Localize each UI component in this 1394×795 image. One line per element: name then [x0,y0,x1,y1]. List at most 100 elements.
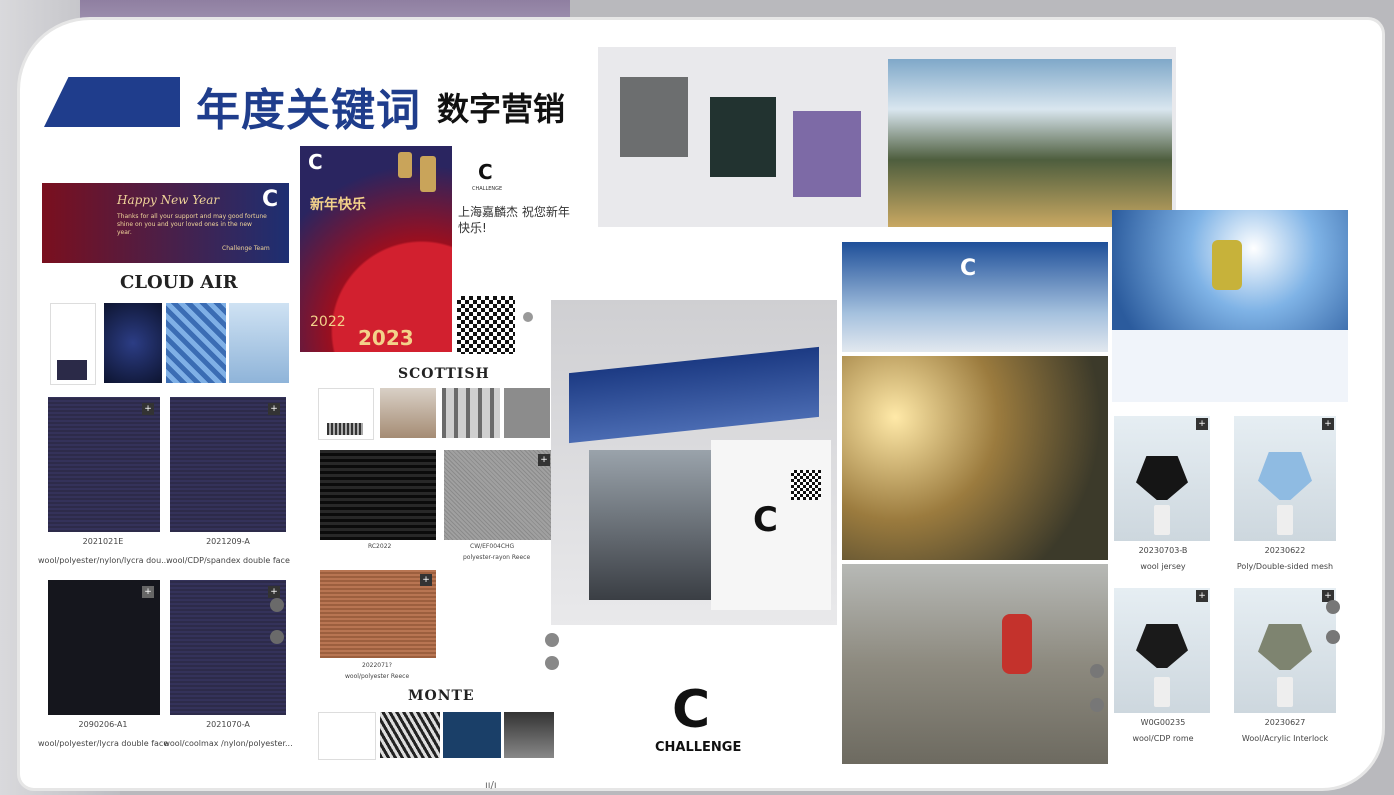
poster-year-new: 2023 [358,326,414,350]
download-icon[interactable] [545,656,559,670]
add-icon[interactable]: + [420,574,432,586]
fabric-desc: Wool/Acrylic Interlock [1241,734,1329,743]
catalogue-cover [569,346,819,444]
share-icon[interactable] [270,598,284,612]
share-icon[interactable] [1090,664,1104,678]
cycling-photo-2 [842,564,1108,764]
fabric-desc: wool/polyester/lycra double face [38,739,169,748]
fabric-code: 2090206-A1 [78,720,128,729]
add-icon[interactable]: + [1322,418,1334,430]
fabric-desc: wool/CDP/spandex double face [166,556,290,565]
fabric-code: W0G00235 [1140,718,1186,727]
catalogue-logo: C [753,500,778,540]
footer-mark: ıı/ı [485,780,497,791]
add-icon[interactable]: + [268,586,280,598]
qr-code[interactable] [457,296,515,354]
add-icon[interactable]: + [1196,590,1208,602]
fabric-swatch: + [170,397,286,532]
monte-thumb-4 [504,712,554,758]
cloud-air-thumb-2 [104,303,162,383]
poster-year-old: 2022 [310,314,346,330]
banner-signature: Challenge Team [222,245,270,252]
swatch-grey [620,77,688,157]
fabric-mannequin: + [1234,588,1336,713]
banner-logo: C [262,187,279,212]
lantern-icon [420,156,436,192]
fabric-swatch: + [48,580,160,715]
mountain-photo [888,59,1172,227]
scottish-code: RC2022 [368,543,392,550]
scottish-thumb-3 [442,388,500,438]
fabric-code: 20230703-B [1138,546,1188,555]
page-subtitle: 数字营销 [437,90,566,128]
fabric-desc: wool/CDP rome [1132,734,1194,743]
fabric-desc: wool/polyester/nylon/lycra dou... [38,556,169,565]
share-icon[interactable] [1326,600,1340,614]
lantern-icon [398,152,412,178]
monte-thumb-2 [380,712,440,758]
fabric-code: 20230627 [1264,718,1306,727]
swatch-green [710,97,776,177]
share-icon[interactable] [545,633,559,647]
monte-thumb-3 [443,712,501,758]
download-icon[interactable] [1090,698,1104,712]
cloud-air-thumb-4 [229,303,289,383]
scottish-swatch-brown: + [320,570,436,658]
fabric-desc: wool/coolmax /nylon/polyester... [163,739,293,748]
scottish-code: CW/EF004CHG [470,543,515,550]
scottish-desc: wool/polyester Reece [345,673,410,680]
monte-heading: MONTE [408,688,475,704]
fabric-code: 2021070-A [206,720,250,729]
cyclist-figure [1002,614,1032,674]
scottish-desc: polyester-rayon Reece [463,554,531,561]
swatch-purple [793,111,861,197]
wechat-message: 上海嘉麟杰 祝您新年快乐! [458,205,570,235]
cloud-air-thumb-3 [166,303,226,383]
fabric-desc: wool jersey [1140,562,1186,571]
add-icon[interactable]: + [268,403,280,415]
sky-banner-photo: C [842,242,1108,352]
fabric-swatch: + [48,397,160,532]
monte-thumb-1 [318,712,376,760]
fabric-code: 2021209-A [206,537,250,546]
add-icon[interactable]: + [142,586,154,598]
scottish-thumb-2 [380,388,436,438]
brand-logo-name: CHALLENGE [655,740,742,755]
page-title: 年度关键词 [196,85,421,136]
scan-icon [523,312,533,322]
catalogue-photo: C [551,300,837,625]
fabric-swatch: + [170,580,286,715]
scottish-swatch-grey: + [444,450,554,540]
fabric-mannequin: + [1234,416,1336,541]
wechat-logo: C [478,160,493,184]
snowboarder-figure [1212,240,1242,290]
brand-logo-letter: C [672,680,711,740]
download-icon[interactable] [1326,630,1340,644]
add-icon[interactable]: + [142,403,154,415]
catalogue-page: C [711,440,831,610]
newyear-banner: Happy New Year Thanks for all your suppo… [42,183,289,263]
sky-banner-logo: C [960,256,977,281]
scottish-swatch-plaid [320,450,436,540]
wechat-brand: CHALLENGE [472,186,503,192]
poster-title: 新年快乐 [310,197,366,213]
fabric-code: 2021021E [82,537,124,546]
snowboard-photo [1112,210,1348,402]
add-icon[interactable]: + [538,454,550,466]
scottish-heading: SCOTTISH [398,366,490,382]
scottish-code: 2022071? [362,662,392,669]
cloud-air-heading: CLOUD AIR [120,272,238,293]
fabric-desc: Poly/Double-sided mesh [1236,562,1334,571]
catalogue-qr [791,470,821,500]
catalogue-mountain [589,450,719,600]
scottish-thumb-4 [504,388,550,438]
poster-logo: C [308,150,323,174]
snow-slope [1112,330,1348,402]
cloud-air-thumb-1 [50,303,96,385]
download-icon[interactable] [270,630,284,644]
fabric-mannequin: + [1114,416,1210,541]
add-icon[interactable]: + [1196,418,1208,430]
cycling-photo-1 [842,356,1108,560]
sample-book-photo [598,47,1176,227]
fabric-mannequin: + [1114,588,1210,713]
